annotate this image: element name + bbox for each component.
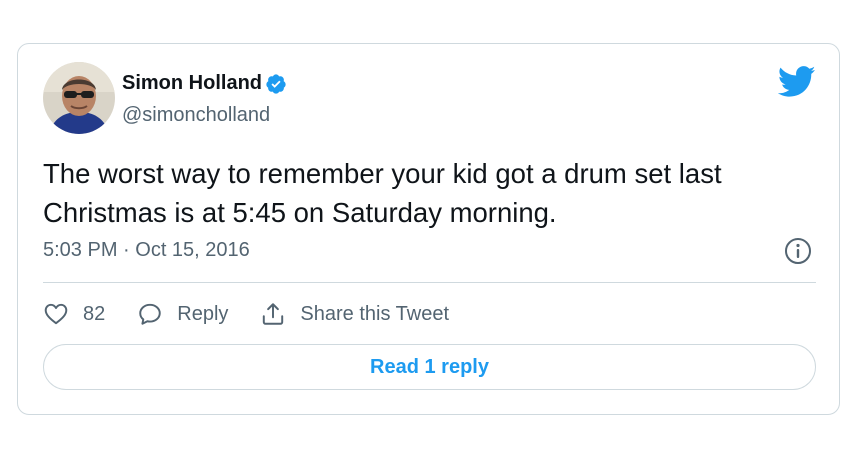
- read-replies-button[interactable]: Read 1 reply: [43, 344, 816, 390]
- info-icon[interactable]: [784, 237, 812, 265]
- share-icon: [263, 303, 284, 325]
- like-button[interactable]: 82: [43, 301, 105, 327]
- like-count: 82: [83, 302, 106, 325]
- reply-button[interactable]: Reply: [137, 301, 228, 327]
- display-name[interactable]: Simon Holland: [122, 72, 262, 95]
- heart-icon: [44, 303, 68, 325]
- author-handle[interactable]: @simoncholland: [122, 104, 270, 127]
- tweet-card[interactable]: Simon Holland @simoncholland The worst w…: [17, 43, 840, 415]
- tweet-text: The worst way to remember your kid got a…: [43, 158, 722, 228]
- reply-label: Reply: [177, 302, 229, 325]
- twitter-bird-icon[interactable]: [778, 66, 816, 98]
- share-button[interactable]: Share this Tweet: [260, 301, 449, 327]
- avatar[interactable]: [43, 62, 115, 134]
- divider: [43, 282, 816, 283]
- verified-badge-icon: [266, 73, 286, 94]
- author-name-row[interactable]: Simon Holland: [122, 72, 287, 95]
- action-bar: 82 Reply Share this Tweet: [43, 298, 481, 330]
- tweet-timestamp[interactable]: 5:03 PM · Oct 15, 2016: [43, 239, 250, 262]
- share-label: Share this Tweet: [300, 302, 449, 325]
- reply-icon: [139, 303, 161, 325]
